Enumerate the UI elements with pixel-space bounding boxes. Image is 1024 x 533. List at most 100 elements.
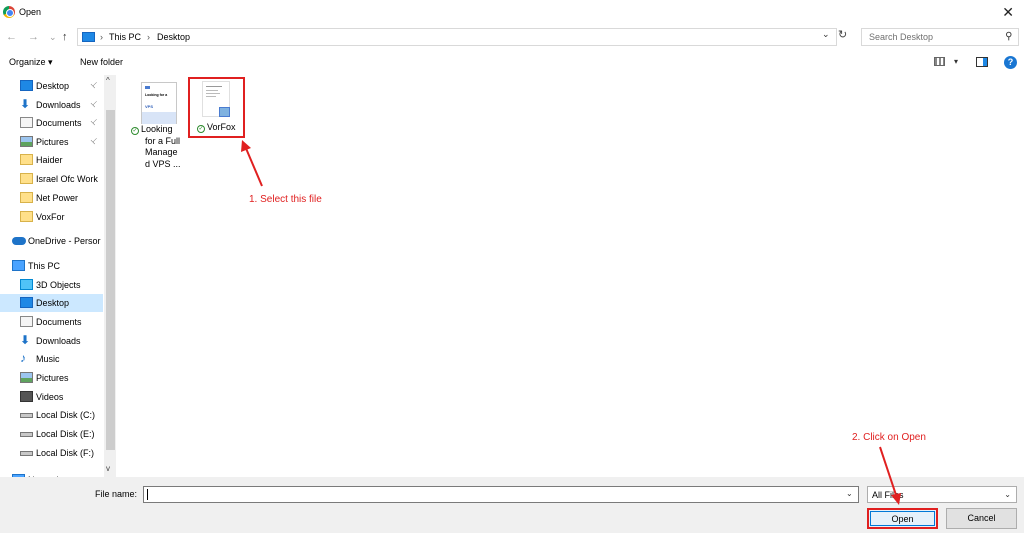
- sidebar-item-this-pc[interactable]: This PC: [0, 257, 103, 275]
- sidebar-item-desktop[interactable]: Desktop ⊥: [0, 77, 103, 95]
- document-icon: [20, 316, 33, 327]
- sidebar-item-label: Haider: [36, 155, 63, 165]
- sidebar-item-local-disk-f[interactable]: Local Disk (F:): [0, 444, 103, 462]
- thumbnail-text: Looking for a: [145, 93, 168, 97]
- pin-icon[interactable]: ⊥: [89, 98, 100, 109]
- file-type-select[interactable]: All Files ⌄: [867, 486, 1017, 503]
- forward-arrow-icon[interactable]: →: [28, 30, 39, 44]
- document-icon: [20, 117, 33, 128]
- sidebar-item-downloads[interactable]: ⬇ Downloads ⊥: [0, 96, 103, 114]
- sidebar-item-pictures[interactable]: Pictures: [0, 369, 103, 387]
- sidebar-item-label: Pictures: [36, 373, 69, 383]
- download-icon: ⬇: [20, 97, 31, 111]
- sidebar-item-label: Local Disk (C:): [36, 410, 96, 420]
- window-title: Open: [19, 7, 42, 17]
- open-button[interactable]: Open: [867, 508, 938, 529]
- sidebar-item-label: Documents: [36, 118, 82, 128]
- folder-icon: [20, 173, 33, 184]
- breadcrumb-this-pc[interactable]: This PC: [109, 32, 141, 42]
- sidebar-item-israel-ofc-work[interactable]: Israel Ofc Work: [0, 170, 103, 188]
- breadcrumb-desktop[interactable]: Desktop: [157, 32, 190, 42]
- sidebar-item-label: Net Power: [36, 193, 79, 203]
- file-name-dropdown-icon[interactable]: ⌄: [846, 489, 853, 498]
- recent-locations-icon[interactable]: ⌄: [49, 30, 57, 44]
- sidebar-item-desktop[interactable]: Desktop: [0, 294, 103, 312]
- folder-icon: [20, 211, 33, 222]
- pin-icon[interactable]: ⊥: [89, 135, 100, 146]
- sidebar-item-label: OneDrive - Persor: [28, 236, 101, 246]
- disk-icon: [20, 432, 33, 437]
- sidebar-item-label: Desktop: [36, 298, 70, 308]
- toolbar: Organize ▾ New folder: [0, 52, 1024, 74]
- navigation-pane: Desktop ⊥ ⬇ Downloads ⊥ Documents ⊥ Pictures ⊥ Ha…: [0, 75, 116, 477]
- 3d-objects-icon: [20, 279, 33, 290]
- open-button-label: Open: [870, 511, 935, 526]
- download-icon: ⬇: [20, 333, 31, 347]
- help-icon[interactable]: ?: [1004, 56, 1017, 69]
- search-icon[interactable]: ⚲: [1005, 31, 1012, 42]
- nav-scrollbar-thumb[interactable]: [106, 110, 115, 450]
- sidebar-item-voxfor[interactable]: VoxFor: [0, 208, 103, 226]
- sidebar-item-3d-objects[interactable]: 3D Objects: [0, 276, 103, 294]
- annotation-click-open: 2. Click on Open: [852, 432, 926, 443]
- text-caret: [147, 489, 148, 500]
- cancel-button[interactable]: Cancel: [946, 508, 1017, 529]
- sidebar-item-music[interactable]: ♪ Music: [0, 350, 103, 368]
- sidebar-item-label: Music: [36, 354, 60, 364]
- up-arrow-icon[interactable]: ↑: [62, 30, 68, 44]
- organize-button[interactable]: Organize ▾: [9, 57, 53, 68]
- sidebar-item-local-disk-e[interactable]: Local Disk (E:): [0, 425, 103, 443]
- address-bar[interactable]: › This PC › Desktop: [77, 28, 837, 46]
- sidebar-item-label: Downloads: [36, 100, 81, 110]
- pin-icon[interactable]: ⊥: [89, 79, 100, 90]
- sidebar-item-videos[interactable]: Videos: [0, 388, 103, 406]
- this-pc-icon: [82, 32, 95, 42]
- breadcrumb-separator: ›: [147, 32, 150, 42]
- new-folder-button[interactable]: New folder: [80, 57, 123, 67]
- pin-icon[interactable]: ⊥: [89, 116, 100, 127]
- sidebar-item-label: 3D Objects: [36, 280, 81, 290]
- scroll-up-icon[interactable]: ^: [106, 76, 110, 85]
- sidebar-item-downloads[interactable]: ⬇ Downloads: [0, 332, 103, 350]
- sidebar-item-documents[interactable]: Documents: [0, 313, 103, 331]
- folder-icon: [20, 154, 33, 165]
- sidebar-item-onedrive-persor[interactable]: OneDrive - Persor: [0, 232, 103, 250]
- disk-icon: [20, 413, 33, 418]
- sidebar-item-label: Downloads: [36, 336, 81, 346]
- sidebar-item-net-power[interactable]: Net Power: [0, 189, 103, 207]
- videos-icon: [20, 391, 33, 402]
- address-dropdown-icon[interactable]: ⌄: [822, 29, 830, 40]
- file-name-label: File name:: [95, 489, 138, 499]
- music-icon: ♪: [20, 351, 26, 365]
- sidebar-item-label: This PC: [28, 261, 61, 271]
- sidebar-item-documents[interactable]: Documents ⊥: [0, 114, 103, 132]
- sidebar-item-local-disk-c[interactable]: Local Disk (C:): [0, 406, 103, 424]
- annotation-select-file: 1. Select this file: [249, 194, 322, 205]
- sidebar-item-pictures[interactable]: Pictures ⊥: [0, 133, 103, 151]
- file-item-looking-for-vps[interactable]: Looking for a VPS ✓ Looking for a Full Ma…: [131, 79, 183, 173]
- sidebar-item-label: Local Disk (E:): [36, 429, 95, 439]
- preview-pane-icon[interactable]: [976, 57, 988, 67]
- sidebar-item-label: Desktop: [36, 81, 70, 91]
- desktop-icon: [20, 80, 33, 91]
- breadcrumb-separator: ›: [100, 32, 103, 42]
- view-dropdown-icon[interactable]: ▾: [954, 57, 958, 66]
- disk-icon: [20, 451, 33, 456]
- scroll-down-icon[interactable]: v: [106, 464, 110, 473]
- sidebar-item-label: VoxFor: [36, 212, 65, 222]
- chrome-icon: [3, 6, 15, 18]
- onedrive-icon: [12, 237, 26, 245]
- refresh-icon[interactable]: ↻: [838, 28, 847, 41]
- close-button[interactable]: ✕: [1002, 4, 1014, 20]
- sidebar-item-label: Documents: [36, 317, 82, 327]
- file-name-input[interactable]: [143, 486, 859, 503]
- desktop-icon: [20, 297, 33, 308]
- search-input[interactable]: Search Desktop ⚲: [861, 28, 1019, 46]
- sidebar-item-haider[interactable]: Haider: [0, 151, 103, 169]
- back-arrow-icon[interactable]: ←: [6, 30, 17, 44]
- search-placeholder: Search Desktop: [869, 32, 934, 42]
- sidebar-item-label: Videos: [36, 392, 64, 402]
- view-options-icon[interactable]: [934, 57, 945, 66]
- sidebar-item-label: Local Disk (F:): [36, 448, 95, 458]
- annotation-highlight-box: [188, 77, 245, 138]
